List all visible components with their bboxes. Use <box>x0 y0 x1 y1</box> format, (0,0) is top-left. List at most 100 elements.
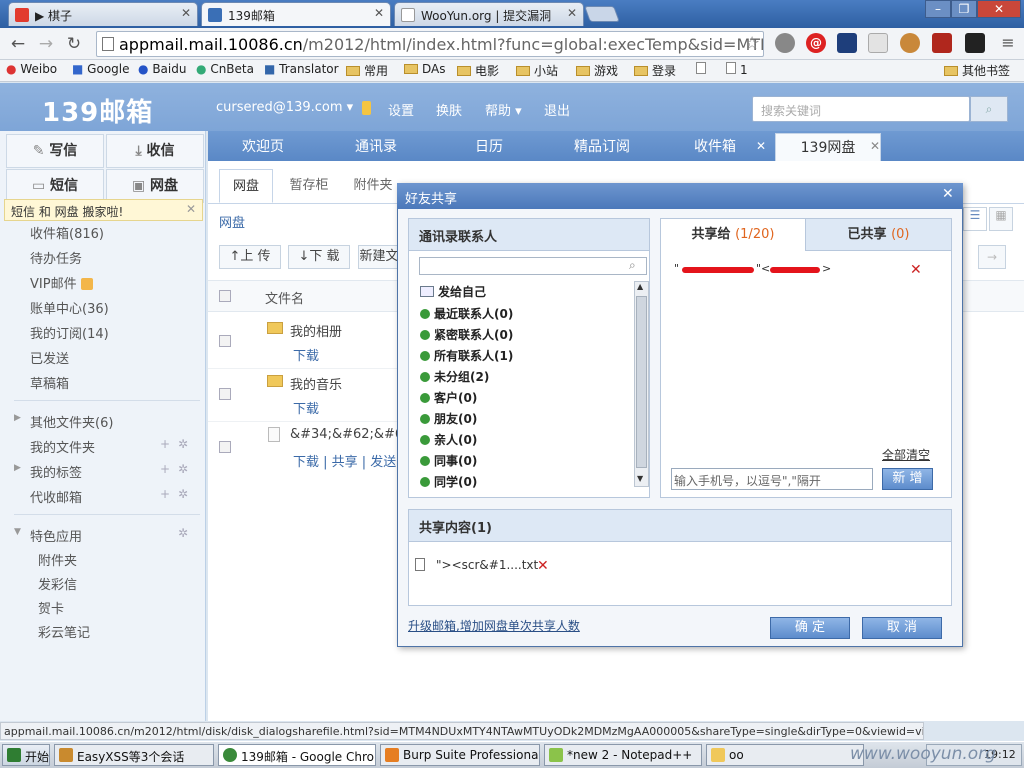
tab-inbox[interactable]: 收件箱 <box>662 133 768 161</box>
bookmark-folder[interactable]: 电影 <box>457 62 499 79</box>
bookmark-folder[interactable]: 登录 <box>634 62 676 79</box>
tab-shared[interactable]: 已共享 (0) <box>806 219 951 251</box>
file-actions[interactable]: 下载 | 共享 | 发送 <box>293 451 397 470</box>
contact-group-self[interactable]: 发给自己 <box>420 283 486 300</box>
bookmark-folder[interactable]: 常用 <box>346 62 388 79</box>
contact-search-input[interactable] <box>419 257 647 275</box>
col-filename[interactable]: 文件名 <box>265 288 304 307</box>
list-view-icon[interactable]: ☰ <box>963 207 987 231</box>
contact-group[interactable]: 紧密联系人(0) <box>420 326 513 343</box>
file-actions[interactable]: 下载 <box>293 345 319 364</box>
browser-tab-2[interactable]: 139邮箱 ✕ <box>201 2 391 26</box>
remove-file-icon[interactable]: ✕ <box>537 558 549 574</box>
tab-welcome[interactable]: 欢迎页 <box>210 133 316 161</box>
task-easyxss[interactable]: EasyXSS等3个会话 <box>54 744 214 766</box>
tab-contacts[interactable]: 通讯录 <box>323 133 429 161</box>
app-mms[interactable]: 发彩信 <box>38 574 77 593</box>
expand-icon[interactable]: ▶ <box>14 463 21 473</box>
row-checkbox[interactable] <box>219 335 231 347</box>
bookmark-weibo[interactable]: ● Weibo <box>6 62 57 76</box>
reload-icon[interactable]: ↻ <box>64 34 84 54</box>
logo[interactable]: 139邮箱 <box>42 92 153 129</box>
scrollbar-thumb[interactable] <box>636 296 647 468</box>
clear-all-link[interactable]: 全部清空 <box>882 446 930 463</box>
scroll-down-icon[interactable]: ▼ <box>637 474 643 483</box>
tab-disk[interactable]: 139网盘 <box>775 133 881 161</box>
menu-icon[interactable]: ≡ <box>998 33 1018 53</box>
contact-group[interactable]: 客户(0) <box>420 389 477 406</box>
subtab-disk[interactable]: 网盘 <box>219 169 273 203</box>
cancel-button[interactable]: 取 消 <box>862 617 942 639</box>
bookmark-folder[interactable]: 小站 <box>516 62 558 79</box>
close-icon[interactable]: ✕ <box>942 186 954 202</box>
file-name[interactable]: &#34;&#62;&#6 <box>290 427 398 442</box>
folder-todo[interactable]: 待办任务 <box>30 248 82 267</box>
contact-group[interactable]: 亲人(0) <box>420 431 477 448</box>
remove-recipient-icon[interactable]: ✕ <box>910 262 922 278</box>
row-checkbox[interactable] <box>219 388 231 400</box>
folder-drafts[interactable]: 草稿箱 <box>30 373 69 392</box>
file-name[interactable]: 我的音乐 <box>290 374 342 393</box>
start-button[interactable]: 开始 <box>2 744 50 766</box>
close-icon[interactable]: ✕ <box>756 139 766 153</box>
task-folder[interactable]: oo <box>706 744 864 766</box>
task-burp[interactable]: Burp Suite Professional v... <box>380 744 540 766</box>
add-button[interactable]: 新 增 <box>882 468 933 490</box>
upgrade-link[interactable]: 升级邮箱,增加网盘单次共享人数 <box>408 617 580 634</box>
download-button[interactable]: ↓下 载 <box>288 245 350 269</box>
close-icon[interactable]: ✕ <box>870 139 880 153</box>
search-icon[interactable]: ⌕ <box>970 96 1008 122</box>
collapse-icon[interactable]: ▼ <box>14 527 21 537</box>
my-folders[interactable]: 我的文件夹 <box>30 437 95 456</box>
proxy-mailboxes[interactable]: 代收邮箱 <box>30 487 82 506</box>
contact-group[interactable]: 最近联系人(0) <box>420 305 513 322</box>
folder-vip[interactable]: VIP邮件 <box>30 273 93 292</box>
other-folders[interactable]: 其他文件夹(6) <box>30 412 113 431</box>
write-button[interactable]: ✎ 写信 <box>6 134 104 168</box>
row-checkbox[interactable] <box>219 441 231 453</box>
browser-tab-3[interactable]: WooYun.org | 提交漏洞 ✕ <box>394 2 584 26</box>
task-chrome[interactable]: 139邮箱 - Google Chrome <box>218 744 376 766</box>
at-extension-icon[interactable]: @ <box>806 33 826 53</box>
window-close-button[interactable]: ✕ <box>977 0 1021 18</box>
settings-link[interactable]: 设置 <box>388 100 414 119</box>
new-tab-button[interactable] <box>584 6 620 22</box>
grid-view-icon[interactable]: ▦ <box>989 207 1013 231</box>
phone-input[interactable]: 输入手机号，以逗号","隔开 <box>671 468 873 490</box>
app-cards[interactable]: 贺卡 <box>38 598 64 617</box>
next-page-icon[interactable]: → <box>978 245 1006 269</box>
close-icon[interactable]: ✕ <box>186 202 196 216</box>
contact-group[interactable]: 朋友(0) <box>420 410 477 427</box>
breadcrumb[interactable]: 网盘 <box>219 212 245 231</box>
mask-icon[interactable] <box>965 33 985 53</box>
folder-subscriptions[interactable]: 我的订阅(14) <box>30 323 109 342</box>
arrow-extension-icon[interactable] <box>837 33 857 53</box>
bookmark-baidu[interactable]: ● Baidu <box>138 62 186 76</box>
close-icon[interactable]: ✕ <box>374 6 384 20</box>
logout-link[interactable]: 退出 <box>544 100 570 119</box>
receive-button[interactable]: ⤓ 收信 <box>106 134 204 168</box>
maximize-button[interactable]: ❐ <box>951 0 977 18</box>
special-apps[interactable]: 特色应用 <box>30 526 82 545</box>
upload-button[interactable]: ↑上 传 <box>219 245 281 269</box>
browser-tab-1[interactable]: ▶ 棋子 ✕ <box>8 2 198 26</box>
folder-inbox[interactable]: 收件箱(816) <box>30 223 104 242</box>
minimize-button[interactable]: – <box>925 0 951 18</box>
my-tags[interactable]: 我的标签 <box>30 462 82 481</box>
new-folder-button[interactable]: 新建文 <box>358 245 400 269</box>
contact-group[interactable]: 同事(0) <box>420 452 477 469</box>
ok-button[interactable]: 确 定 <box>770 617 850 639</box>
help-menu[interactable]: 帮助 ▾ <box>485 100 522 119</box>
folder-sent[interactable]: 已发送 <box>30 348 69 367</box>
tab-share-to[interactable]: 共享给 (1/20) <box>661 219 806 251</box>
close-icon[interactable]: ✕ <box>181 6 191 20</box>
bookmark-folder[interactable]: DAs <box>404 62 446 76</box>
task-notepad[interactable]: *new 2 - Notepad++ <box>544 744 702 766</box>
folder-bills[interactable]: 账单中心(36) <box>30 298 109 317</box>
bookmark-folder[interactable]: 游戏 <box>576 62 618 79</box>
contact-group[interactable]: 未分组(2) <box>420 368 489 385</box>
other-bookmarks[interactable]: 其他书签 <box>944 62 1010 79</box>
file-actions[interactable]: 下载 <box>293 398 319 417</box>
expand-icon[interactable]: ▶ <box>14 413 21 423</box>
star-icon[interactable]: ☆ <box>744 33 760 54</box>
